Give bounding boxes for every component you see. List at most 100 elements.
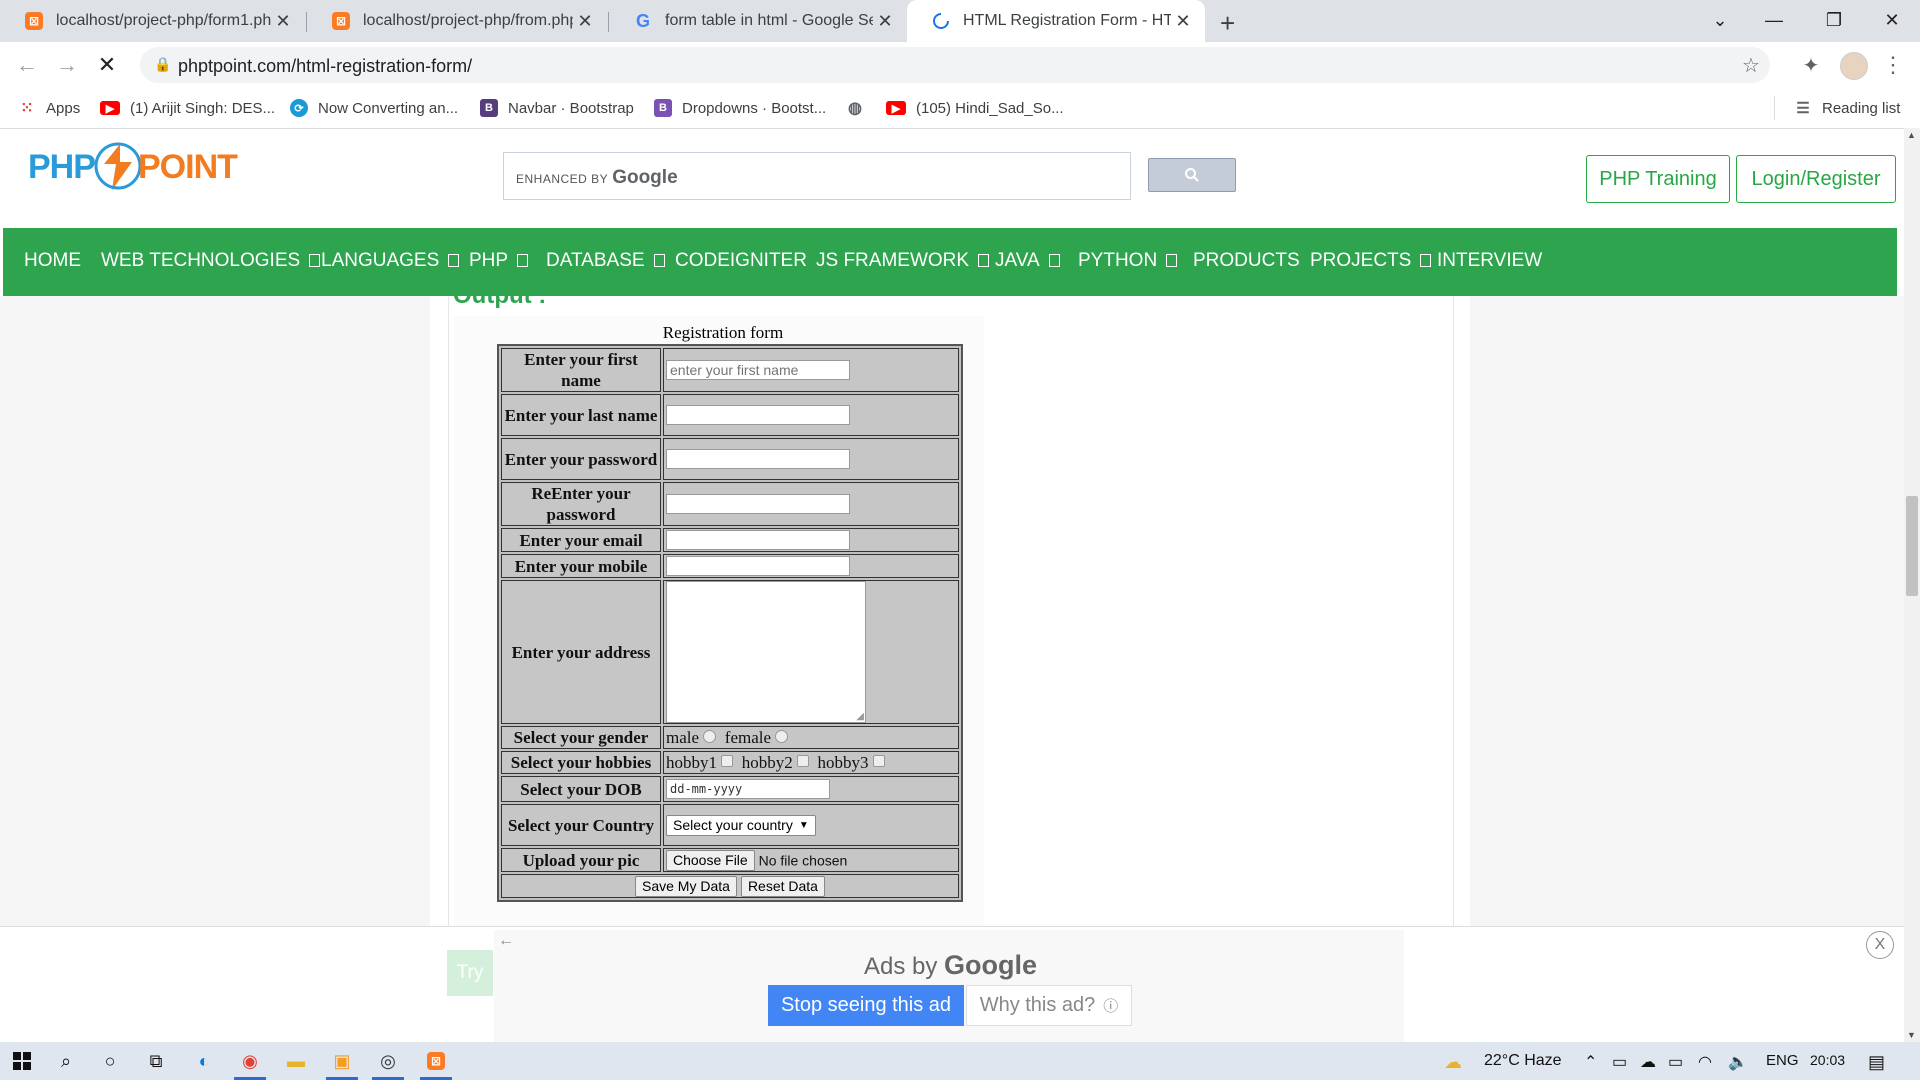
reading-list-button[interactable]: ☰ Reading list	[1794, 96, 1900, 120]
nav-products[interactable]: PRODUCTS	[1193, 250, 1300, 272]
notifications-icon[interactable]: ▤	[1868, 1052, 1885, 1073]
tab-search-chevron-icon[interactable]: ⌄	[1692, 0, 1748, 40]
save-my-data-button[interactable]: Save My Data	[635, 875, 737, 897]
nav-codeigniter[interactable]: CODEIGNITER	[675, 250, 807, 272]
xampp-icon[interactable]: ⊠	[424, 1050, 448, 1072]
phptpoint-logo[interactable]: PHP POINT	[28, 138, 240, 194]
tab-from[interactable]: ⊠ localhost/project-php/from.php ✕	[307, 0, 607, 42]
close-tab-icon[interactable]: ✕	[1171, 11, 1195, 32]
nav-php[interactable]: PHP	[469, 250, 529, 272]
search-icon[interactable]: ⌕	[54, 1050, 78, 1072]
nav-interview[interactable]: INTERVIEW	[1437, 250, 1542, 272]
login-register-button[interactable]: Login/Register	[1736, 155, 1896, 203]
reenter-password-input[interactable]	[666, 494, 850, 514]
volume-icon[interactable]: 🔈	[1728, 1052, 1748, 1072]
cortana-icon[interactable]: ○	[98, 1050, 122, 1072]
scroll-down-icon[interactable]: ▼	[1907, 1030, 1916, 1040]
input-language[interactable]: ENG	[1766, 1052, 1799, 1069]
forward-icon[interactable]: →	[52, 50, 82, 80]
back-icon[interactable]: ←	[12, 50, 42, 80]
windows-start-icon[interactable]	[10, 1050, 34, 1072]
ad-close-button[interactable]: X	[1866, 931, 1894, 959]
task-view-icon[interactable]: ⧉	[144, 1050, 168, 1072]
file-explorer-icon[interactable]: ▬	[284, 1050, 308, 1072]
gender-option-label: female	[724, 727, 772, 747]
lock-icon[interactable]: 🔒	[154, 56, 171, 73]
last-name-input[interactable]	[666, 405, 850, 425]
edge-icon[interactable]: ◐	[192, 1050, 216, 1072]
dob-date-input[interactable]: dd-mm-yyyy	[666, 779, 830, 799]
avatar[interactable]	[1840, 52, 1868, 80]
close-window-icon[interactable]: ✕	[1864, 0, 1920, 40]
bookmark-converter[interactable]: ⟳ Now Converting an...	[290, 96, 458, 120]
nav-label: PHP	[469, 250, 509, 271]
nav-label: LANGUAGES	[321, 250, 440, 271]
hobby2-checkbox[interactable]	[797, 754, 809, 767]
hobby3-checkbox[interactable]	[872, 754, 885, 767]
nav-js-framework[interactable]: JS FRAMEWORK	[816, 250, 990, 272]
bookmark-arijit[interactable]: ▶ (1) Arijit Singh: DES...	[100, 96, 275, 120]
google-custom-search-input[interactable]: ENHANCED BY Google	[503, 152, 1131, 200]
extensions-icon[interactable]: ✦	[1796, 50, 1826, 80]
choose-file-button[interactable]: Choose File	[666, 849, 755, 871]
why-this-ad-button[interactable]: Why this ad? ⓘ	[966, 985, 1132, 1026]
scroll-up-icon[interactable]: ▲	[1907, 130, 1916, 140]
nav-python[interactable]: PYTHON	[1078, 250, 1178, 272]
weather-text[interactable]: 22°C Haze	[1484, 1052, 1562, 1070]
try-it-button[interactable]: Try	[447, 950, 493, 996]
php-training-button[interactable]: PHP Training	[1586, 155, 1730, 203]
close-tab-icon[interactable]: ✕	[271, 11, 295, 32]
dropdown-caret-icon	[978, 254, 990, 268]
hobby1-checkbox[interactable]	[721, 754, 734, 767]
bookmark-label: Navbar · Bootstrap	[508, 99, 634, 117]
sublime-text-icon[interactable]: ▣	[330, 1050, 354, 1072]
gender-male-radio[interactable]	[703, 729, 717, 743]
nav-java[interactable]: JAVA	[995, 250, 1060, 272]
nav-projects[interactable]: PROJECTS	[1310, 250, 1432, 272]
battery-icon[interactable]: ▭	[1668, 1052, 1683, 1072]
minimize-icon[interactable]: —	[1746, 0, 1802, 40]
nav-languages[interactable]: LANGUAGES	[321, 250, 460, 272]
youtube-icon: ▶	[100, 101, 120, 115]
output-heading: Output :	[453, 282, 547, 309]
tab-html-registration-form[interactable]: HTML Registration Form - HTML ✕	[907, 0, 1205, 42]
bookmark-globe[interactable]: ◍	[846, 96, 874, 120]
scrollbar-thumb[interactable]	[1906, 496, 1918, 596]
tray-app-icon[interactable]: ▭	[1612, 1052, 1627, 1072]
first-name-input[interactable]: enter your first name	[666, 360, 850, 380]
bookmark-hindi-sad-songs[interactable]: ▶ (105) Hindi_Sad_So...	[886, 96, 1064, 120]
wifi-icon[interactable]: ◠	[1698, 1052, 1712, 1072]
nav-web-technologies[interactable]: WEB TECHNOLOGIES	[101, 250, 321, 272]
address-bar[interactable]: 🔒 phptpoint.com/html-registration-form/ …	[140, 47, 1770, 83]
tab-google-search[interactable]: G form table in html - Google Search ✕	[609, 0, 907, 42]
ad-back-arrow-icon[interactable]: ←	[498, 932, 514, 950]
search-button[interactable]	[1148, 158, 1236, 192]
nav-database[interactable]: DATABASE	[546, 250, 665, 272]
onedrive-icon[interactable]: ☁	[1640, 1052, 1656, 1072]
gender-female-radio[interactable]	[775, 729, 789, 743]
new-tab-icon[interactable]: +	[1220, 8, 1235, 39]
clock-time[interactable]: 20:03	[1810, 1052, 1845, 1068]
tab-form1[interactable]: ⊠ localhost/project-php/form1.php ✕	[0, 0, 305, 42]
mobile-input[interactable]	[666, 556, 850, 576]
nav-home[interactable]: HOME	[24, 250, 81, 272]
bookmark-star-icon[interactable]: ☆	[1742, 53, 1760, 78]
menu-kebab-icon[interactable]: ⋮	[1878, 50, 1908, 80]
restore-icon[interactable]: ❐	[1806, 0, 1862, 40]
email-input[interactable]	[666, 530, 850, 550]
tray-chevron-icon[interactable]: ⌃	[1584, 1052, 1597, 1072]
obs-icon[interactable]: ◎	[376, 1050, 400, 1072]
stop-seeing-ad-button[interactable]: Stop seeing this ad	[768, 985, 964, 1026]
stop-loading-icon[interactable]: ✕	[92, 50, 122, 80]
resize-handle-icon[interactable]: ◢	[856, 712, 864, 722]
close-tab-icon[interactable]: ✕	[873, 11, 897, 32]
reset-data-button[interactable]: Reset Data	[740, 875, 825, 897]
password-input[interactable]	[666, 449, 850, 469]
chrome-icon[interactable]: ◉	[238, 1050, 262, 1072]
country-select[interactable]: Select your country ▼	[666, 814, 816, 836]
bookmark-dropdowns-bootstrap[interactable]: B Dropdowns · Bootst...	[654, 96, 826, 120]
address-textarea[interactable]: ◢	[666, 581, 866, 723]
bookmark-apps[interactable]: ⁙ Apps	[18, 96, 80, 120]
bookmark-navbar-bootstrap[interactable]: B Navbar · Bootstrap	[480, 96, 634, 120]
close-tab-icon[interactable]: ✕	[573, 11, 597, 32]
